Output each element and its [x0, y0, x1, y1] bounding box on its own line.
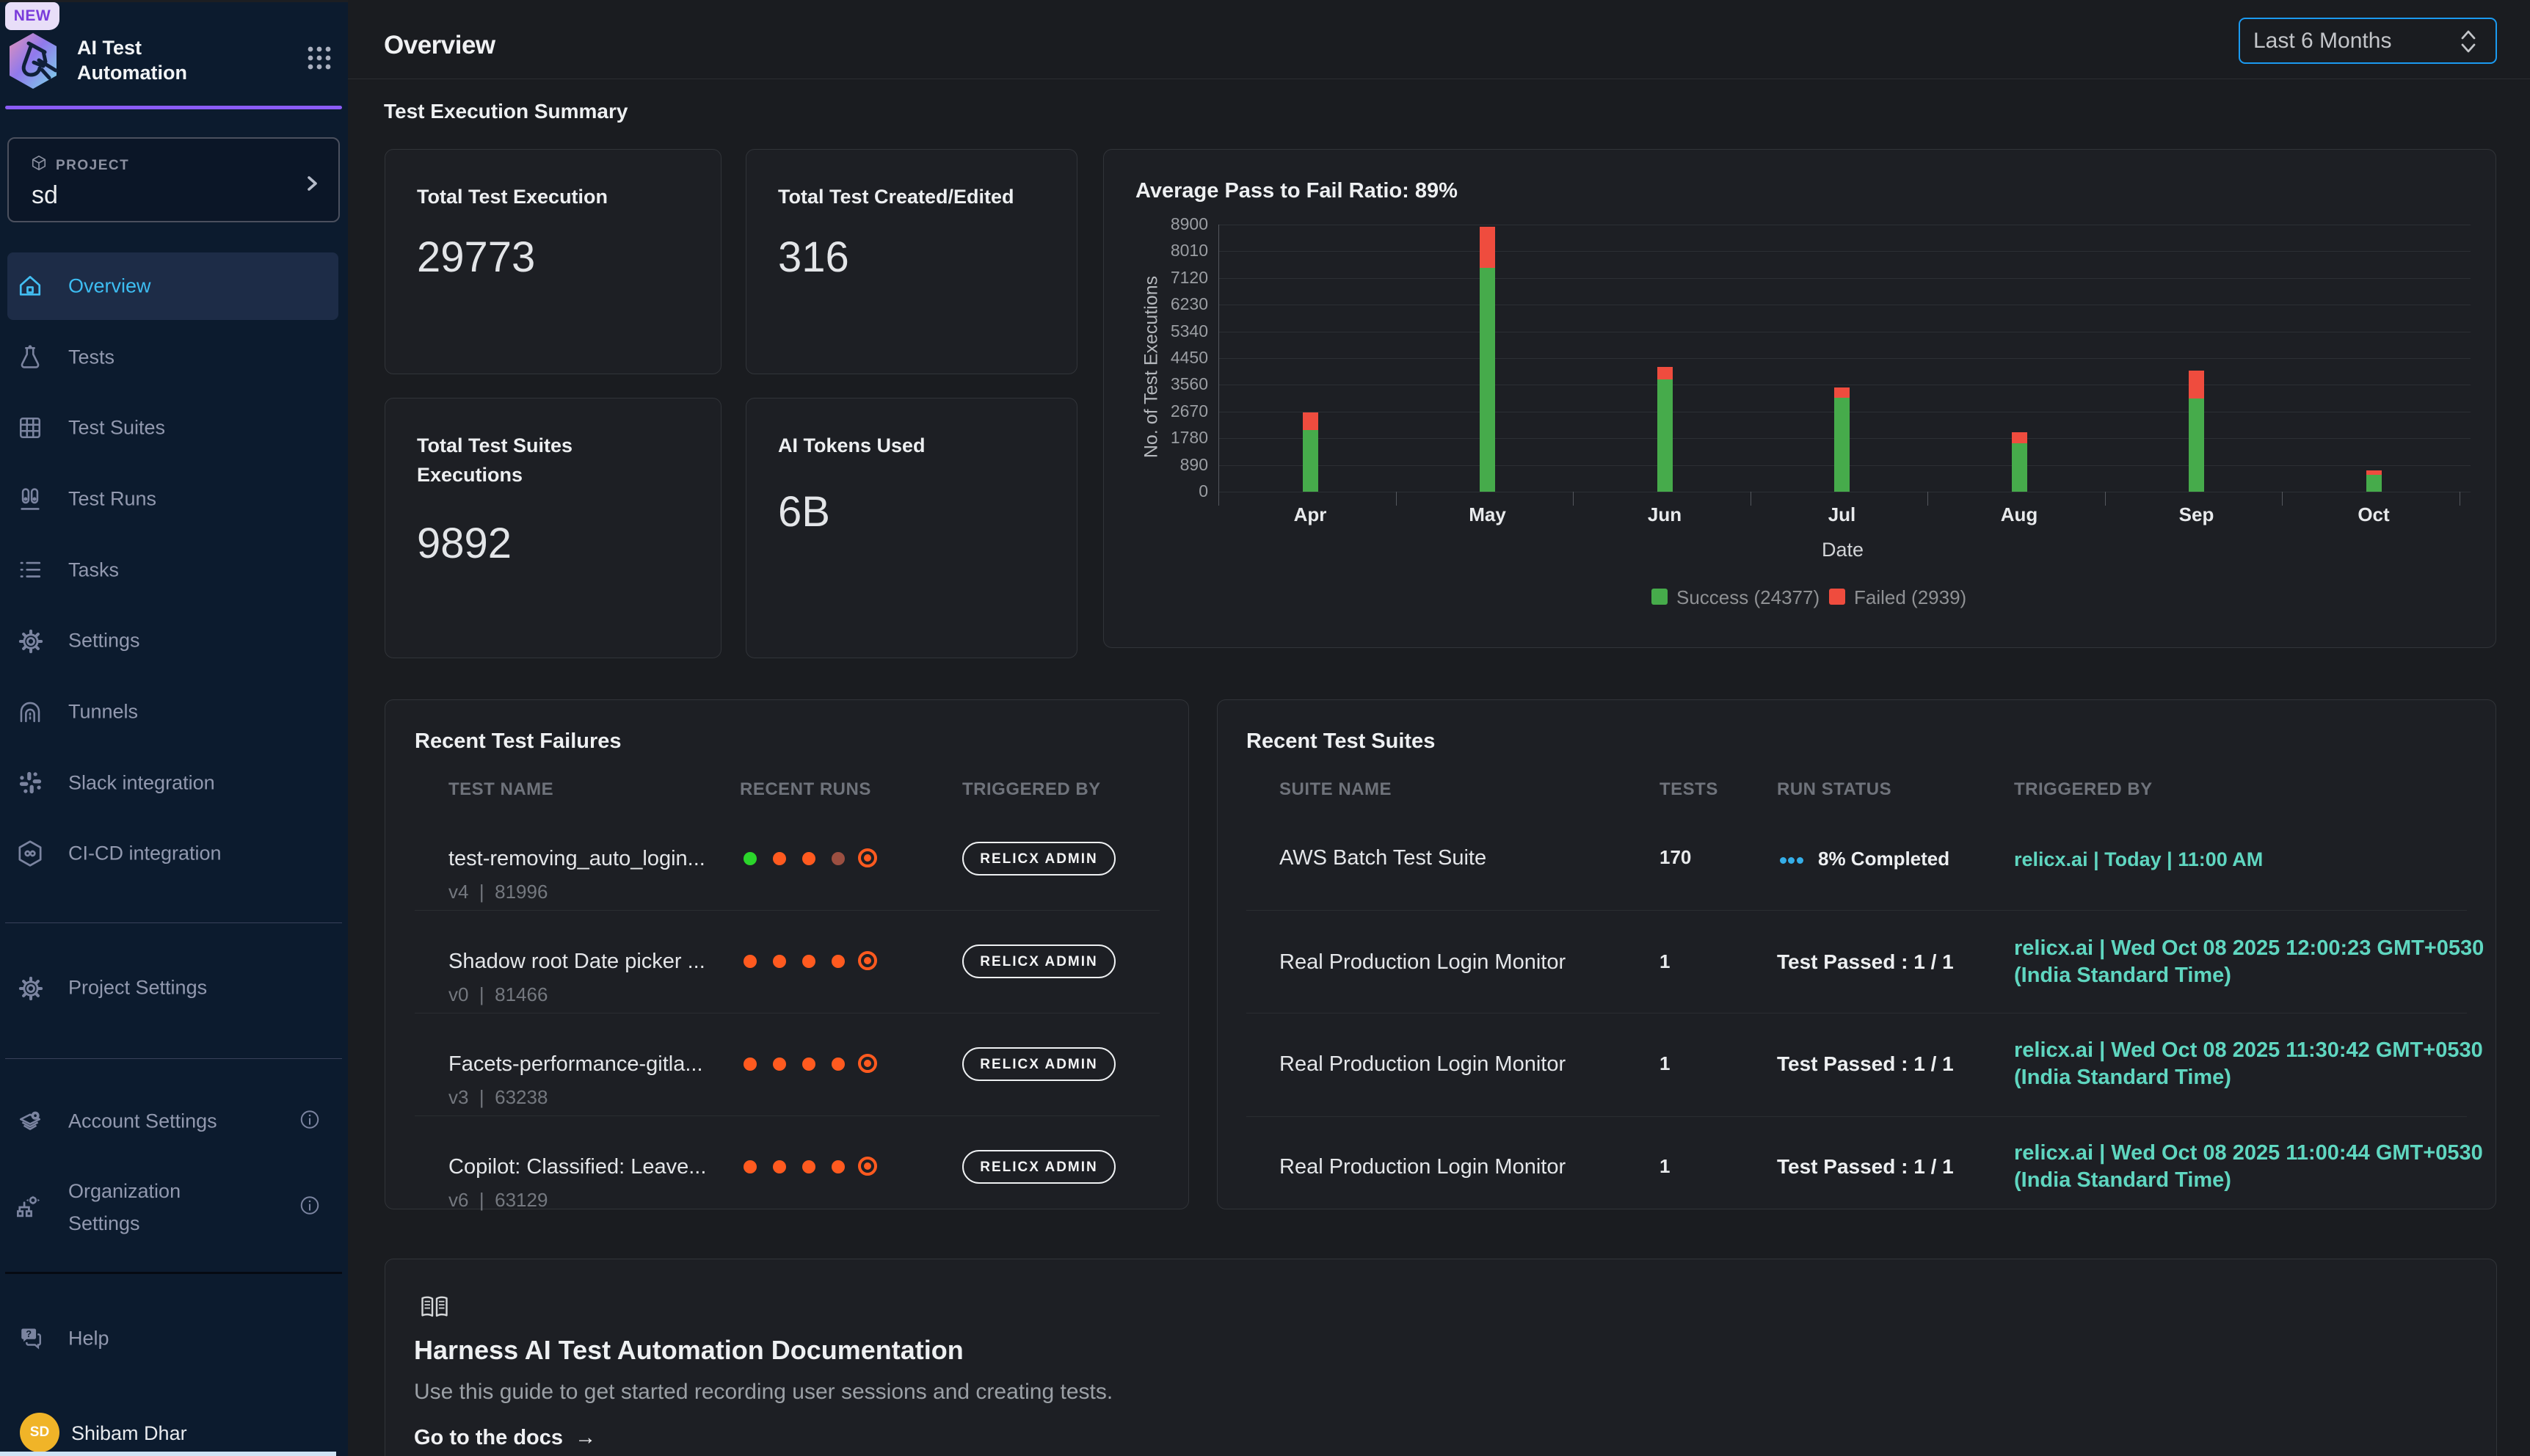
svg-text:?: ?	[26, 1328, 32, 1339]
